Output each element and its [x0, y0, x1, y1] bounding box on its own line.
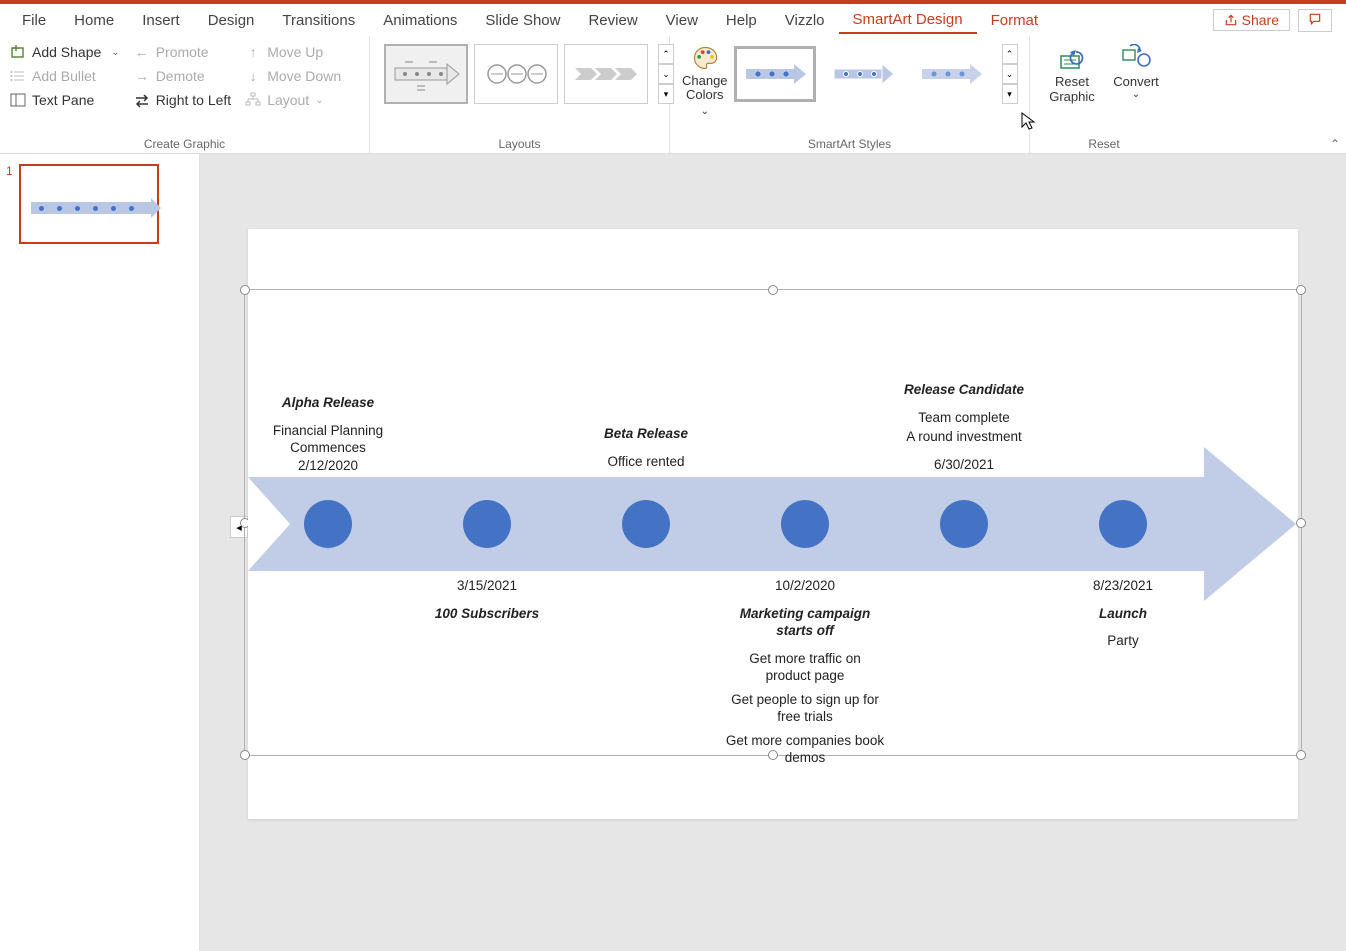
- milestone-2-text[interactable]: 3/15/2021 100 Subscribers: [407, 577, 567, 622]
- group-label-reset: Reset: [1040, 133, 1168, 153]
- convert-button[interactable]: Convert ⌄: [1104, 40, 1168, 104]
- milestone-6-text[interactable]: 8/23/2021 Launch Party: [1043, 577, 1203, 650]
- milestone-dot-2[interactable]: [463, 500, 511, 548]
- tab-view[interactable]: View: [652, 8, 712, 33]
- reset-graphic-button[interactable]: Reset Graphic: [1040, 40, 1104, 108]
- move-up-button: ↑ Move Up: [245, 44, 341, 60]
- reset-graphic-icon: [1056, 44, 1088, 72]
- group-create-graphic: Add Shape ⌄ Add Bullet Text Pane ← Promo…: [0, 36, 370, 153]
- change-colors-button[interactable]: Change Colors ⌄: [680, 40, 730, 121]
- collapse-ribbon-button[interactable]: ⌃: [1330, 137, 1340, 151]
- arrow-left-icon: ←: [134, 44, 150, 60]
- tab-animations[interactable]: Animations: [369, 8, 471, 33]
- layout-button: Layout ⌄: [245, 92, 341, 108]
- move-down-button: ↓ Move Down: [245, 68, 341, 84]
- ribbon-tabs: File Home Insert Design Transitions Anim…: [0, 4, 1346, 36]
- add-bullet-button: Add Bullet: [10, 68, 120, 84]
- arrow-right-icon: →: [134, 68, 150, 84]
- demote-button: → Demote: [134, 68, 232, 84]
- layout-hierarchy-icon: [245, 92, 261, 108]
- group-layouts: ⌃ ⌄ ▾ Layouts: [370, 36, 670, 153]
- thumb-dot: [111, 206, 116, 211]
- thumb-dot: [129, 206, 134, 211]
- tab-help[interactable]: Help: [712, 8, 771, 33]
- style-thumb-2[interactable]: [822, 46, 904, 102]
- palette-icon: [689, 44, 721, 72]
- arrow-up-icon: ↑: [245, 44, 261, 60]
- chevron-down-icon: ⌄: [701, 106, 709, 117]
- arrow-body: [248, 477, 1204, 571]
- milestone-dot-1[interactable]: [304, 500, 352, 548]
- thumb-arrow-graphic: [31, 202, 153, 214]
- tab-format[interactable]: Format: [977, 8, 1053, 33]
- text-pane-icon: [10, 92, 26, 108]
- slide-number: 1: [6, 164, 13, 244]
- milestone-4-text[interactable]: 10/2/2020 Marketing campaign starts off …: [725, 577, 885, 767]
- selection-handle[interactable]: [240, 750, 250, 760]
- tab-smartart-design[interactable]: SmartArt Design: [839, 7, 977, 34]
- milestone-1-text[interactable]: Alpha Release Financial Planning Commenc…: [248, 394, 408, 474]
- tab-vizzlo[interactable]: Vizzlo: [771, 8, 839, 33]
- styles-spin-down[interactable]: ⌄: [1002, 64, 1018, 84]
- group-smartart-styles: Change Colors ⌄ ⌃ ⌄ ▾ SmartArt Styl: [670, 36, 1030, 153]
- tab-insert[interactable]: Insert: [128, 8, 194, 33]
- right-to-left-button[interactable]: Right to Left: [134, 92, 232, 108]
- share-icon: [1224, 13, 1238, 27]
- add-shape-button[interactable]: Add Shape ⌄: [10, 44, 120, 60]
- style-thumb-1[interactable]: [734, 46, 816, 102]
- milestone-dot-4[interactable]: [781, 500, 829, 548]
- styles-spinner: ⌃ ⌄ ▾: [1002, 44, 1018, 104]
- selection-handle[interactable]: [768, 285, 778, 295]
- tab-design[interactable]: Design: [194, 8, 269, 33]
- layout-thumb-2[interactable]: [474, 44, 558, 104]
- thumb-dot: [57, 206, 62, 211]
- milestone-dot-3[interactable]: [622, 500, 670, 548]
- add-shape-icon: [10, 44, 26, 60]
- tab-file[interactable]: File: [8, 8, 60, 33]
- chevron-down-icon: ⌄: [1132, 89, 1140, 100]
- layout-thumb-3[interactable]: [564, 44, 648, 104]
- styles-more[interactable]: ▾: [1002, 84, 1018, 104]
- tab-home[interactable]: Home: [60, 8, 128, 33]
- share-button[interactable]: Share: [1213, 9, 1290, 31]
- group-label-styles: SmartArt Styles: [680, 133, 1019, 153]
- group-label-create-graphic: Create Graphic: [10, 133, 359, 153]
- promote-button: ← Promote: [134, 44, 232, 60]
- thumb-dot: [93, 206, 98, 211]
- slide-thumbnails-panel: 1: [0, 154, 200, 951]
- milestone-5-text[interactable]: Release Candidate Team complete A round …: [884, 381, 1044, 473]
- selection-handle[interactable]: [1296, 750, 1306, 760]
- selection-handle[interactable]: [1296, 518, 1306, 528]
- slide-thumbnail-1[interactable]: [19, 164, 159, 244]
- comment-icon: [1307, 12, 1323, 26]
- style-thumb-3[interactable]: [910, 46, 992, 102]
- milestone-dot-5[interactable]: [940, 500, 988, 548]
- thumb-dot: [75, 206, 80, 211]
- group-label-layouts: Layouts: [380, 133, 659, 153]
- group-reset: Reset Graphic Convert ⌄ Reset: [1030, 36, 1178, 153]
- chevron-down-icon: ⌄: [111, 47, 119, 58]
- chevron-down-icon: ⌄: [315, 95, 323, 106]
- tab-transitions[interactable]: Transitions: [268, 8, 369, 33]
- comments-button[interactable]: [1298, 9, 1332, 32]
- arrow-down-icon: ↓: [245, 68, 261, 84]
- bullet-icon: [10, 68, 26, 84]
- selection-handle[interactable]: [240, 285, 250, 295]
- ribbon-body: Add Shape ⌄ Add Bullet Text Pane ← Promo…: [0, 36, 1346, 154]
- rtl-icon: [134, 92, 150, 108]
- thumb-dot: [39, 206, 44, 211]
- work-area: 1 ◂: [0, 154, 1346, 951]
- milestone-dot-6[interactable]: [1099, 500, 1147, 548]
- tab-review[interactable]: Review: [574, 8, 651, 33]
- styles-spin-up[interactable]: ⌃: [1002, 44, 1018, 64]
- layout-thumb-1[interactable]: [384, 44, 468, 104]
- slide-canvas-area[interactable]: ◂: [200, 154, 1346, 951]
- milestone-3-text[interactable]: Beta Release Office rented: [566, 425, 726, 470]
- tab-slideshow[interactable]: Slide Show: [471, 8, 574, 33]
- convert-icon: [1120, 44, 1152, 72]
- slide[interactable]: ◂: [248, 229, 1298, 819]
- selection-handle[interactable]: [1296, 285, 1306, 295]
- text-pane-button[interactable]: Text Pane: [10, 92, 120, 108]
- arrow-head: [1204, 447, 1296, 601]
